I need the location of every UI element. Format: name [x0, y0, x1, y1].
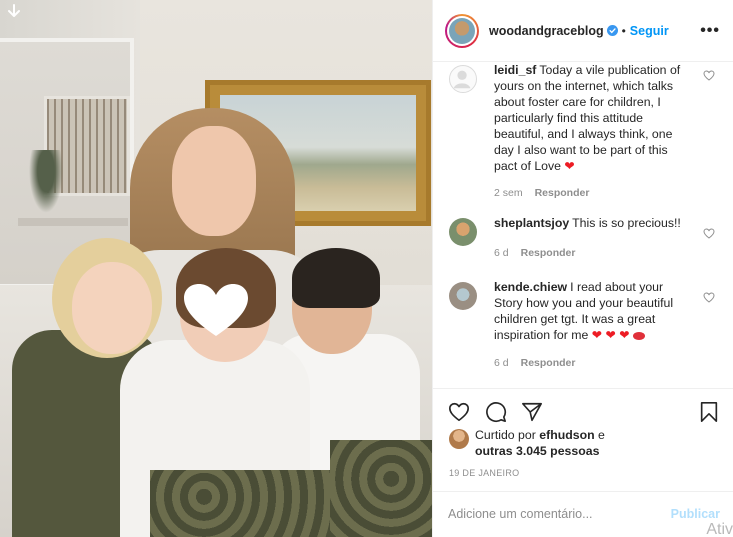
- download-arrow-icon[interactable]: [6, 4, 22, 20]
- photo-mother-face: [172, 126, 256, 236]
- comment-username[interactable]: leidi_sf: [494, 63, 536, 77]
- header-separator: •: [621, 23, 626, 38]
- likes-summary: Curtido por efhudson e outras 3.045 pess…: [449, 428, 729, 462]
- comment-username[interactable]: kende.chiew: [494, 280, 567, 294]
- photo-girl-face: [72, 262, 152, 354]
- likes-prefix: Curtido por: [475, 428, 536, 442]
- comment-like-heart-icon[interactable]: [703, 70, 715, 81]
- comment-avatar[interactable]: [449, 65, 477, 93]
- comment-input[interactable]: [448, 504, 648, 524]
- reply-button[interactable]: Responder: [535, 187, 590, 199]
- comment-age: 6 d: [494, 357, 509, 369]
- liker-username[interactable]: efhudson: [539, 428, 594, 442]
- comment-text: kende.chiew I read about your Story how y…: [494, 279, 694, 343]
- likes-text: Curtido por efhudson e outras 3.045 pess…: [475, 427, 705, 459]
- likes-conjunction: e: [598, 428, 605, 442]
- activation-watermark: Ativ: [706, 521, 733, 537]
- heart-outline-icon[interactable]: [448, 401, 470, 423]
- comment-meta: 6 d Responder: [494, 247, 575, 259]
- reply-button[interactable]: Responder: [521, 357, 576, 369]
- post-side-panel: woodandgraceblog • Seguir ••• leidi_sf To…: [432, 0, 733, 537]
- liker-avatar[interactable]: [449, 429, 469, 449]
- likes-others-count[interactable]: outras 3.045 pessoas: [475, 444, 599, 458]
- photo-plant: [26, 150, 66, 220]
- more-options-icon[interactable]: •••: [700, 22, 720, 40]
- comments-list[interactable]: leidi_sf Today a vile publication of your…: [433, 62, 733, 388]
- comment-like-heart-icon[interactable]: [703, 228, 715, 239]
- comment-avatar[interactable]: [449, 218, 477, 246]
- photo-shelf: [18, 218, 128, 226]
- comment-like-heart-icon[interactable]: [703, 292, 715, 303]
- default-avatar-icon: [453, 70, 471, 89]
- kiss-mark-emoji-icon: [632, 331, 645, 340]
- comment-text: sheplantsjoy This is so precious!!: [494, 215, 694, 231]
- post-date[interactable]: 19 DE JANEIRO: [449, 468, 519, 478]
- post-header: woodandgraceblog • Seguir •••: [433, 0, 733, 62]
- comment-meta: 6 d Responder: [494, 357, 575, 369]
- comment-age: 6 d: [494, 247, 509, 259]
- heart-face-cover-icon: [184, 284, 248, 336]
- follow-button[interactable]: Seguir: [630, 24, 669, 38]
- comment-content: Today a vile publication of yours on the…: [494, 63, 681, 173]
- comment-meta: 2 sem Responder: [494, 187, 589, 199]
- publish-button[interactable]: Publicar: [671, 507, 720, 521]
- heart-emoji: ❤: [564, 159, 575, 173]
- reply-button[interactable]: Responder: [521, 247, 576, 259]
- author-avatar[interactable]: [445, 13, 479, 48]
- comment-bubble-icon[interactable]: [485, 401, 507, 423]
- comment-age: 2 sem: [494, 187, 523, 199]
- heart-emoji: ❤ ❤ ❤: [591, 328, 630, 342]
- comment-content: This is so precious!!: [572, 216, 681, 230]
- post-photo[interactable]: [0, 0, 432, 537]
- comment-text: leidi_sf Today a vile publication of your…: [494, 62, 694, 174]
- comment-avatar[interactable]: [449, 282, 477, 310]
- bookmark-icon[interactable]: [698, 401, 720, 423]
- add-comment-bar: Publicar: [433, 491, 733, 537]
- photo-boy-right-pants: [330, 440, 432, 537]
- comment-username[interactable]: sheplantsjoy: [494, 216, 569, 230]
- verified-badge-icon: [606, 25, 618, 36]
- author-username[interactable]: woodandgraceblog: [489, 24, 604, 38]
- photo-boy-center-pants: [150, 470, 330, 537]
- paper-plane-icon[interactable]: [521, 401, 543, 423]
- photo-boy-right-hair: [292, 248, 380, 308]
